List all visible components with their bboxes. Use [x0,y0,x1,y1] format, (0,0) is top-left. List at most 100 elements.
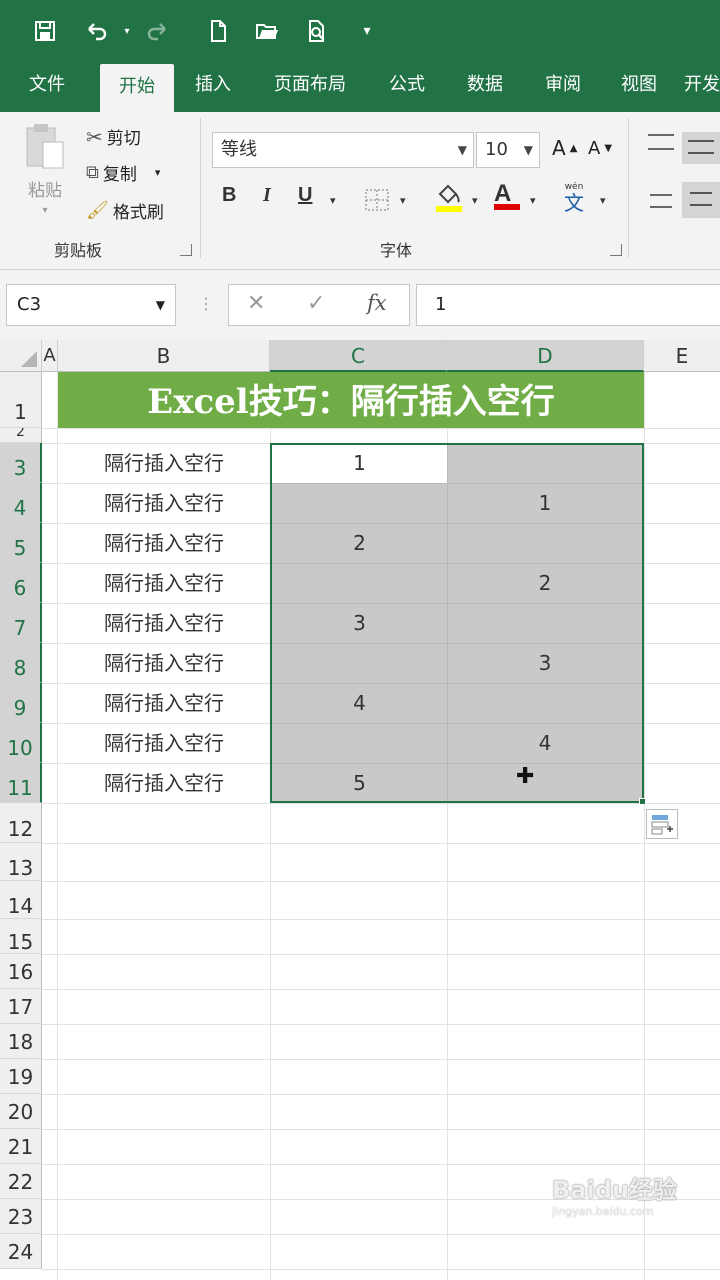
formula-input[interactable]: 1 [416,284,720,326]
cell-c10[interactable] [272,723,447,763]
quick-analysis-button[interactable] [646,809,678,839]
phonetic-button[interactable]: wén 文 [564,182,584,214]
fill-handle[interactable] [639,798,646,805]
italic-button[interactable]: I [263,184,271,207]
save-icon[interactable] [30,16,60,46]
tab-data[interactable]: 数据 [450,62,520,112]
underline-button[interactable]: U [298,184,312,207]
shrink-font-button[interactable]: A ▼ [588,138,612,159]
row-header-13[interactable]: 13 [0,843,42,881]
insert-function-icon[interactable]: fx [367,291,387,315]
clipboard-launcher-icon[interactable] [180,244,192,256]
row-header-18[interactable]: 18 [0,1024,42,1059]
cell-d8[interactable]: 3 [448,643,642,683]
cut-button[interactable]: ✂ 剪切 [86,124,141,150]
tab-view[interactable]: 视图 [604,62,674,112]
row-header-8[interactable]: 8 [0,643,42,683]
tab-file[interactable]: 文件 [10,62,84,112]
cell-d9[interactable] [448,683,642,723]
cell-b5[interactable]: 隔行插入空行 [58,523,270,563]
name-box[interactable]: C3 ▼ [6,284,176,326]
undo-icon[interactable] [82,16,112,46]
cell-d5[interactable] [448,523,642,563]
paste-button[interactable]: 粘贴 ▾ [18,122,72,216]
phonetic-dropdown-icon[interactable]: ▾ [600,194,606,207]
row-header-15[interactable]: 15 [0,919,42,954]
cell-d11[interactable] [448,763,642,803]
cell-d10[interactable]: 4 [448,723,642,763]
column-header-e[interactable]: E [644,340,720,372]
fill-color-dropdown-icon[interactable]: ▾ [472,194,478,207]
column-header-b[interactable]: B [58,340,270,372]
row-header-17[interactable]: 17 [0,989,42,1024]
tab-page-layout[interactable]: 页面布局 [260,62,360,112]
cell-c8[interactable] [272,643,447,683]
row-header-6[interactable]: 6 [0,563,42,603]
borders-button[interactable] [364,188,390,217]
font-size-combo[interactable]: 10 ▼ [476,132,540,168]
row-header-19[interactable]: 19 [0,1059,42,1094]
tab-home[interactable]: 开始 [100,64,174,112]
row-header-2[interactable]: 2 [0,428,42,443]
cell-c4[interactable] [272,483,447,523]
align-left-icon[interactable] [650,194,672,208]
column-header-c[interactable]: C [270,340,447,372]
font-color-dropdown-icon[interactable]: ▾ [530,194,536,207]
column-header-d[interactable]: D [447,340,644,372]
sheet-title-cell[interactable]: Excel技巧：隔行插入空行 [58,372,644,428]
row-header-3[interactable]: 3 [0,443,42,483]
tab-insert[interactable]: 插入 [178,62,248,112]
row-header-24[interactable]: 24 [0,1234,42,1269]
new-file-icon[interactable] [203,16,233,46]
redo-icon[interactable] [142,16,172,46]
cancel-icon[interactable]: ✕ [247,291,265,316]
cell-d3[interactable] [448,443,642,483]
underline-dropdown-icon[interactable]: ▾ [330,194,336,207]
cell-b3[interactable]: 隔行插入空行 [58,443,270,483]
font-launcher-icon[interactable] [610,244,622,256]
row-header-10[interactable]: 10 [0,723,42,763]
cell-c9[interactable]: 4 [272,683,447,723]
row-header-14[interactable]: 14 [0,881,42,919]
cell-b11[interactable]: 隔行插入空行 [58,763,270,803]
cell-d7[interactable] [448,603,642,643]
align-top-icon[interactable] [648,134,674,150]
tab-developer[interactable]: 开发 [684,62,720,112]
cell-c6[interactable] [272,563,447,603]
enter-icon[interactable]: ✓ [307,291,325,316]
font-color-button[interactable]: A [494,180,520,210]
row-header-5[interactable]: 5 [0,523,42,563]
cell-b4[interactable]: 隔行插入空行 [58,483,270,523]
customize-icon[interactable]: ▾ [352,16,382,46]
cell-b9[interactable]: 隔行插入空行 [58,683,270,723]
bold-button[interactable]: B [222,184,236,207]
align-center-icon[interactable] [682,182,720,218]
row-header-23[interactable]: 23 [0,1199,42,1234]
open-folder-icon[interactable] [252,16,282,46]
cell-c5[interactable]: 2 [272,523,447,563]
row-header-16[interactable]: 16 [0,954,42,989]
select-all-button[interactable] [0,340,42,372]
cell-c3[interactable]: 1 [272,443,447,483]
cell-d6[interactable]: 2 [448,563,642,603]
align-middle-icon[interactable] [682,132,720,164]
row-header-11[interactable]: 11 [0,763,42,803]
cell-b7[interactable]: 隔行插入空行 [58,603,270,643]
copy-button[interactable]: ⧉ 复制 ▾ [86,160,160,185]
row-header-12[interactable]: 12 [0,803,42,843]
cell-c7[interactable]: 3 [272,603,447,643]
row-header-20[interactable]: 20 [0,1094,42,1129]
column-header-a[interactable]: A [42,340,58,372]
cell-c11[interactable]: 5 [272,763,447,803]
row-header-21[interactable]: 21 [0,1129,42,1164]
format-painter-button[interactable]: 🖌 格式刷 [86,198,164,223]
worksheet-grid[interactable]: A B C D E 1 2 3 4 5 6 7 8 9 10 11 12 13 … [0,340,720,1280]
cell-b8[interactable]: 隔行插入空行 [58,643,270,683]
row-header-7[interactable]: 7 [0,603,42,643]
row-header-9[interactable]: 9 [0,683,42,723]
font-name-combo[interactable]: 等线 ▼ [212,132,474,168]
fill-color-button[interactable] [434,182,464,219]
tab-formulas[interactable]: 公式 [372,62,442,112]
print-preview-icon[interactable] [302,16,332,46]
grow-font-button[interactable]: A ▲ [552,136,577,160]
